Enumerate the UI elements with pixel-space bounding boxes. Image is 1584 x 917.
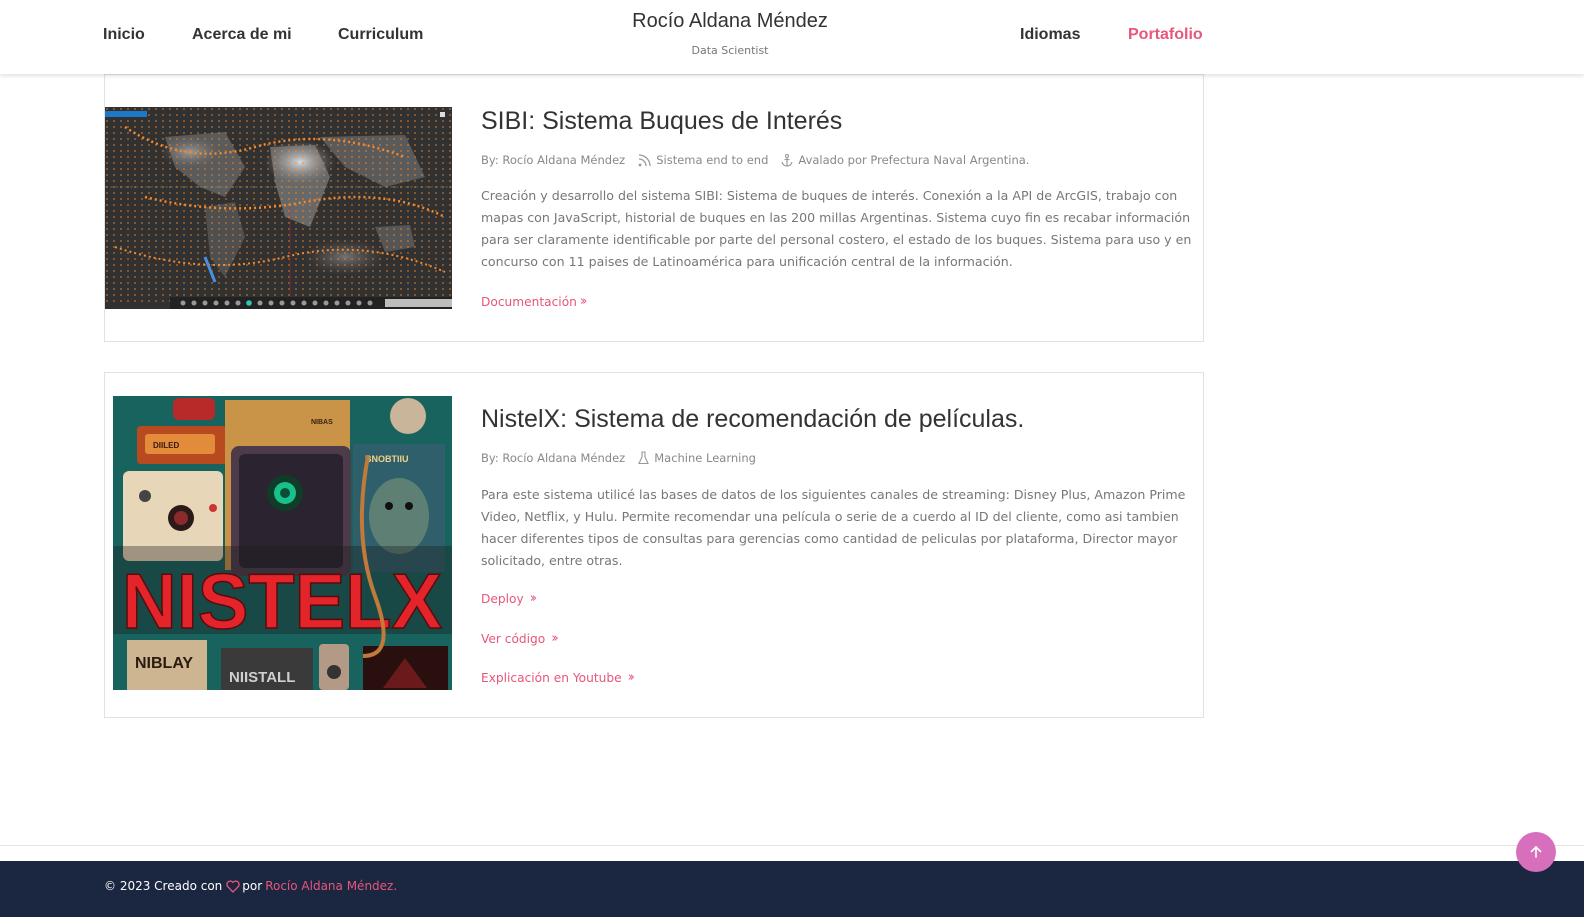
nav-inicio[interactable]: Inicio — [103, 26, 145, 44]
box1-text: DIILED — [153, 441, 179, 450]
footer-prefix: © 2023 Creado con — [104, 879, 223, 893]
project-description: Para este sistema utilicé las bases de d… — [481, 487, 1186, 568]
meta-author-text: By: Rocío Aldana Méndez — [481, 153, 626, 167]
double-chevron-right-icon: ›› — [551, 631, 559, 646]
nistelx-poster-image: DIILED NIBAS BNOBTIIU NISTELX NIBLAY NII… — [113, 396, 452, 690]
project-card-sibi: SIBI: Sistema Buques de Interés By: Rocí… — [104, 74, 1204, 342]
meta-type-text: Sistema end to end — [656, 153, 769, 167]
double-chevron-right-icon: ›› — [627, 670, 636, 685]
arrow-up-icon — [1530, 845, 1542, 858]
meta-category: Machine Learning — [638, 451, 756, 465]
brand-subtitle: Data Scientist — [691, 44, 769, 57]
tag2-text: NIISTALL — [229, 669, 295, 686]
meta-author: By: Rocío Aldana Méndez — [481, 451, 625, 465]
youtube-explanation-link-label: Explicación en Youtube — [481, 670, 622, 685]
flask-icon — [638, 451, 650, 465]
deploy-link-label: Deploy — [481, 591, 524, 606]
documentation-link-label: Documentación — [481, 294, 577, 309]
project-title[interactable]: SIBI: Sistema Buques de Interés — [481, 107, 842, 136]
meta-category-text: Machine Learning — [654, 451, 756, 465]
footer-by: por — [242, 879, 263, 893]
tag1-text: NIBLAY — [135, 655, 193, 672]
nav-curriculum[interactable]: Curriculum — [338, 26, 423, 44]
project-meta: By: Rocío Aldana Méndez Sistema end to e… — [481, 153, 1042, 167]
scroll-to-top-button[interactable] — [1516, 832, 1556, 872]
brand-name[interactable]: Rocío Aldana Méndez — [560, 10, 900, 33]
nav-idiomas[interactable]: Idiomas — [1020, 26, 1080, 44]
documentation-link[interactable]: Documentación ›› — [481, 294, 588, 309]
box2-text: NIBAS — [311, 419, 333, 426]
heart-icon — [226, 879, 240, 893]
meta-endorsement: Avalado por Prefectura Naval Argentina. — [781, 153, 1029, 167]
footer-divider — [0, 845, 1584, 846]
meta-author: By: Rocío Aldana Méndez — [481, 153, 625, 167]
view-code-link-label: Ver código — [481, 631, 546, 646]
site-header: Inicio Acerca de mi Curriculum Rocío Ald… — [0, 0, 1584, 74]
double-chevron-right-icon: ›› — [529, 591, 538, 606]
project-description: Creación y desarrollo del sistema SIBI: … — [481, 188, 1192, 269]
site-footer: © 2023 Creado con por Rocío Aldana Ménde… — [0, 861, 1584, 917]
project-title[interactable]: NistelX: Sistema de recomendación de pel… — [481, 405, 1024, 434]
poster-text: BNOBTIIU — [365, 454, 409, 464]
footer-author-link[interactable]: Rocío Aldana Méndez. — [265, 879, 397, 893]
nav-portafolio[interactable]: Portafolio — [1128, 26, 1203, 44]
nav-acerca-de-mi[interactable]: Acerca de mi — [192, 26, 292, 44]
meta-endorsement-text: Avalado por Prefectura Naval Argentina. — [798, 153, 1030, 167]
sibi-map-image — [105, 107, 452, 309]
anchor-icon — [781, 153, 793, 167]
nistelx-wordmark: NISTELX — [122, 557, 442, 645]
project-card-nistelx: DIILED NIBAS BNOBTIIU NISTELX NIBLAY NII… — [104, 372, 1204, 718]
rss-icon — [638, 153, 651, 166]
youtube-explanation-link[interactable]: Explicación en Youtube ›› — [481, 670, 636, 685]
deploy-link[interactable]: Deploy ›› — [481, 591, 538, 606]
view-code-link[interactable]: Ver código ›› — [481, 631, 559, 646]
meta-author-text: By: Rocío Aldana Méndez — [481, 451, 626, 465]
project-meta: By: Rocío Aldana Méndez Machine Learning — [481, 451, 769, 465]
double-chevron-right-icon: ›› — [579, 294, 588, 309]
brand[interactable]: Rocío Aldana Méndez Data Scientist — [560, 10, 900, 57]
meta-type: Sistema end to end — [638, 153, 768, 167]
footer-credit: © 2023 Creado con por Rocío Aldana Ménde… — [104, 879, 397, 893]
